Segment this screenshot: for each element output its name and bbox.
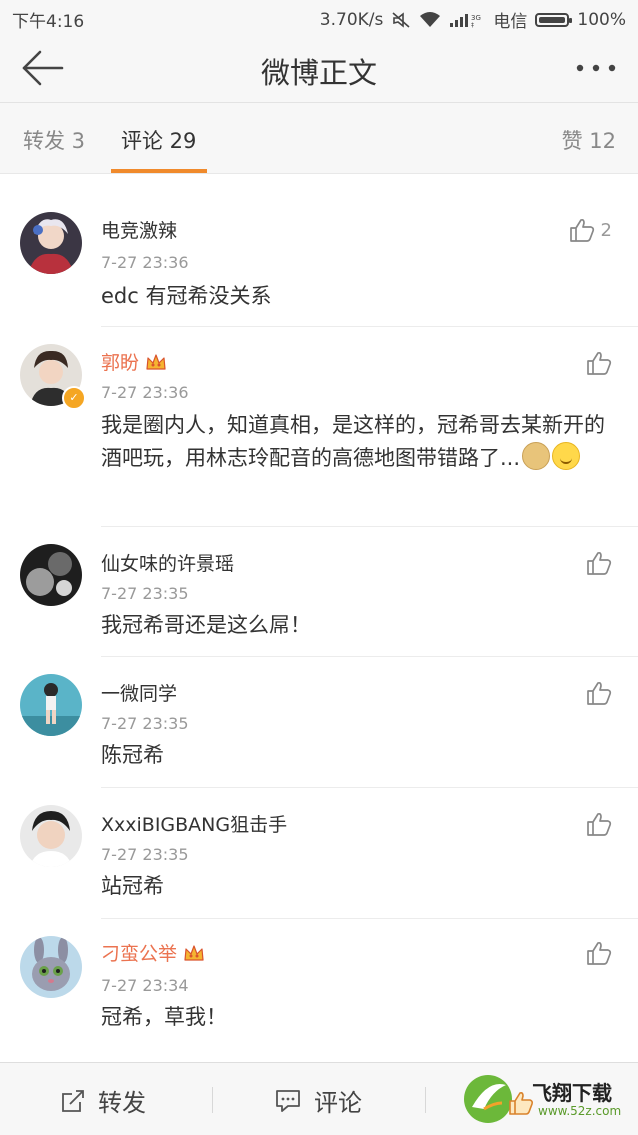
comment-time: 7-27 23:36 [101, 253, 189, 272]
battery-icon [535, 12, 573, 27]
status-bar: 下午4:16 3.70K/s 3G ‡ 电信 100% [0, 0, 638, 34]
comment-text: 冠希，草我！ [101, 1005, 227, 1029]
tab-repost[interactable]: 转发 3 [23, 125, 85, 155]
avatar-image [20, 936, 82, 998]
comment-author[interactable]: 一微同学 [101, 679, 177, 706]
avatar[interactable] [20, 544, 82, 606]
comment-like-button[interactable] [586, 812, 612, 836]
comment-like-button[interactable] [586, 351, 612, 375]
carrier: 电信 [493, 12, 528, 32]
avatar[interactable] [20, 805, 82, 867]
thumbs-up-icon [587, 551, 612, 575]
comment-like-button[interactable]: 2 [569, 218, 612, 242]
avatar-image [20, 805, 82, 867]
comment-text: 站冠希 [101, 874, 164, 898]
avatar-image [20, 212, 82, 274]
comment-text: 我冠希哥还是这么屌！ [101, 613, 311, 637]
comment-list: 电竞激辣 7-27 23:36 edc 有冠希没关系 2 ✓ 郭盼 7-27 2… [0, 196, 638, 1049]
battery-level: 100% [577, 9, 626, 30]
comment-item[interactable]: 刁蛮公举 7-27 23:34 冠希，草我！ [0, 919, 638, 1049]
vip-crown-icon [184, 945, 204, 961]
status-right: 3.70K/s 3G ‡ 电信 100% [319, 7, 626, 33]
nav-bar: 微博正文 [0, 34, 638, 103]
comment-like-button[interactable] [586, 551, 612, 575]
comment-author-name: 刁蛮公举 [101, 943, 178, 965]
comment-text: edc 有冠希没关系 [101, 284, 272, 308]
more-dots-icon [576, 64, 616, 72]
status-time: 下午4:16 [12, 12, 85, 32]
mute-icon [392, 11, 410, 28]
comment-button[interactable]: 评论 [274, 1083, 362, 1118]
comment-author[interactable]: 郭盼 [101, 348, 167, 375]
svg-text:‡: ‡ [471, 22, 474, 29]
tab-comment[interactable]: 评论 29 [121, 125, 196, 155]
comment-time: 7-27 23:35 [101, 845, 189, 864]
thumbs-up-icon [587, 681, 612, 705]
tab-like[interactable]: 赞 12 [562, 125, 616, 155]
avatar-image [20, 544, 82, 606]
comment-item[interactable]: 电竞激辣 7-27 23:36 edc 有冠希没关系 2 [0, 196, 638, 327]
tab-active-indicator [111, 169, 207, 173]
watermark-text: 飞翔下载 [532, 1081, 612, 1105]
comment-time: 7-27 23:35 [101, 714, 189, 733]
cell-signal-icon: 3G ‡ [450, 13, 481, 29]
comment-like-button[interactable] [586, 941, 612, 965]
comment-item[interactable]: 一微同学 7-27 23:35 陈冠希 [0, 657, 638, 788]
svg-text:3G: 3G [471, 14, 481, 22]
comment-label: 评论 [314, 1089, 362, 1117]
comment-author[interactable]: XxxiBIGBANG狙击手 [101, 810, 287, 837]
more-button[interactable] [574, 54, 618, 82]
avatar-image [20, 674, 82, 736]
thumbs-up-icon [569, 218, 594, 242]
watermark-url: www.52z.com [538, 1104, 622, 1118]
comment-item[interactable]: XxxiBIGBANG狙击手 7-27 23:35 站冠希 [0, 788, 638, 919]
verified-badge-icon: ✓ [62, 386, 86, 410]
avatar[interactable] [20, 674, 82, 736]
comment-author[interactable]: 刁蛮公举 [101, 939, 205, 966]
avatar[interactable] [20, 212, 82, 274]
comment-author[interactable]: 电竞激辣 [101, 216, 177, 243]
comment-time: 7-27 23:36 [101, 383, 189, 402]
page-title: 微博正文 [260, 56, 377, 90]
thumbs-up-icon [587, 351, 612, 375]
vip-crown-icon [146, 354, 166, 370]
watermark-logo [464, 1075, 512, 1123]
tab-bar: 转发 3 评论 29 赞 12 [0, 103, 638, 174]
repost-icon [62, 1089, 84, 1112]
comment-time: 7-27 23:35 [101, 584, 189, 603]
thumbs-up-icon [587, 812, 612, 836]
comment-author-name: 郭盼 [101, 352, 140, 374]
repost-button[interactable]: 转发 [60, 1083, 146, 1118]
comment-time: 7-27 23:34 [101, 976, 189, 995]
signal-icons: 3G ‡ [391, 11, 485, 29]
bottom-action-bar: 转发 评论 飞翔下载 www.52z.com [0, 1062, 638, 1135]
smile-emoji-icon [552, 442, 581, 470]
comment-item[interactable]: ✓ 郭盼 7-27 23:36 我是圈内人，知道真相，是这样的，冠希哥去某新开的… [0, 327, 638, 527]
comment-text: 我是圈内人，知道真相，是这样的，冠希哥去某新开的酒吧玩，用林志玲配音的高德地图带… [101, 409, 608, 475]
thumbs-up-icon [509, 1092, 534, 1115]
avatar[interactable] [20, 936, 82, 998]
comment-item[interactable]: 仙女味的许景瑶 7-27 23:35 我冠希哥还是这么屌！ [0, 527, 638, 657]
bottom-separator [425, 1087, 426, 1113]
wifi-icon [420, 11, 441, 27]
watermark: 飞翔下载 www.52z.com [462, 1071, 632, 1129]
comment-text: 陈冠希 [101, 743, 164, 767]
doge-emoji-icon [522, 442, 551, 470]
bottom-separator [212, 1087, 213, 1113]
repost-label: 转发 [98, 1089, 146, 1117]
comment-like-button[interactable] [586, 681, 612, 705]
like-count: 2 [600, 219, 612, 241]
comment-icon [276, 1089, 300, 1112]
net-speed: 3.70K/s [319, 9, 384, 30]
thumbs-up-icon [587, 941, 612, 965]
comment-author[interactable]: 仙女味的许景瑶 [101, 549, 234, 576]
